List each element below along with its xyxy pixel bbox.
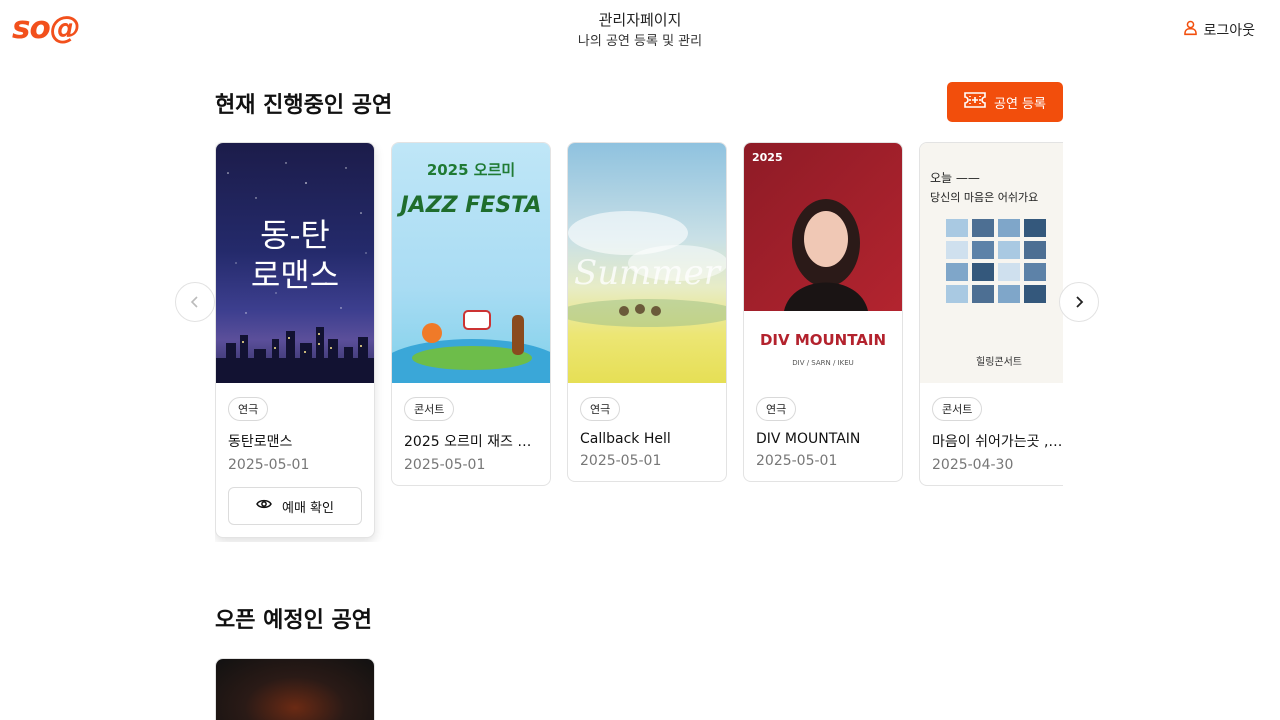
ticket-plus-icon <box>964 92 986 112</box>
poster-art <box>784 199 868 311</box>
poster-tile <box>998 285 1020 303</box>
performance-card[interactable]: Summer 연극 Callback Hell 2025-05-01 <box>567 142 727 482</box>
card-title: 동탄로맨스 <box>228 434 293 450</box>
poster-art <box>946 219 1046 303</box>
poster-bottom: 힐링콘서트 <box>976 357 1022 368</box>
poster-tile <box>972 285 994 303</box>
performance-card[interactable]: 2025 DIV MOUNTAIN DIV / SARN / IKEU 연극 D… <box>743 142 903 482</box>
poster-tile <box>998 241 1020 259</box>
poster-image: Summer <box>568 143 726 383</box>
upcoming-section-title: 오픈 예정인 공연 <box>215 608 372 633</box>
card-title: 마음이 쉬어가는곳 , 힐... <box>932 434 1063 450</box>
card-date: 2025-05-01 <box>404 457 486 473</box>
chevron-right-icon <box>1074 293 1084 312</box>
performance-card[interactable]: 동-탄 로맨스 연극 동탄로맨스 2025-05-01 예매 확인 <box>215 142 375 538</box>
view-reservations-label: 예매 확인 <box>282 500 334 516</box>
poster-tile <box>972 219 994 237</box>
top-header: so@ 관리자페이지 나의 공연 등록 및 관리 로그아웃 <box>0 0 1280 62</box>
category-tag: 연극 <box>580 397 621 421</box>
poster-tile <box>972 263 994 281</box>
card-title: 2025 오르미 재즈 페... <box>404 434 538 450</box>
category-tag: 연극 <box>228 397 269 421</box>
poster-tile <box>998 263 1020 281</box>
card-title: DIV MOUNTAIN <box>756 431 861 447</box>
poster-title: 동-탄 로맨스 <box>250 216 340 294</box>
header-center: 관리자페이지 나의 공연 등록 및 관리 <box>0 10 1280 51</box>
poster-title: DIV MOUNTAIN <box>759 331 887 349</box>
poster-tile <box>1024 241 1046 259</box>
current-section-title: 현재 진행중인 공연 <box>215 93 393 118</box>
poster-tile <box>946 263 968 281</box>
poster-image: 2025 오르미 JAZZ FESTA <box>392 143 550 383</box>
poster-tile <box>1024 219 1046 237</box>
page-subtitle: 나의 공연 등록 및 관리 <box>577 34 703 49</box>
current-performances-carousel: 동-탄 로맨스 연극 동탄로맨스 2025-05-01 예매 확인 2025 오… <box>215 142 1063 542</box>
card-date: 2025-05-01 <box>228 457 310 473</box>
poster-title: Summer <box>573 253 721 293</box>
category-tag: 콘서트 <box>932 397 983 421</box>
poster-tile <box>1024 263 1046 281</box>
logout-label: 로그아웃 <box>1203 22 1255 39</box>
logout-button[interactable]: 로그아웃 <box>1182 19 1255 40</box>
poster-tile <box>1024 285 1046 303</box>
performance-card[interactable]: 2025 오르미 JAZZ FESTA 콘서트 2025 오르미 재즈 페...… <box>391 142 551 486</box>
performance-card[interactable]: 오늘 —— 당신의 마음은 어쉬가요 힐링콘서트 콘서트 마음이 쉬어가는곳 ,… <box>919 142 1063 486</box>
chevron-left-icon <box>190 293 200 312</box>
poster-tile <box>972 241 994 259</box>
register-label: 공연 등록 <box>994 96 1046 112</box>
poster-subtitle: DIV / SARN / IKEU <box>792 359 854 367</box>
poster-image: 2025 DIV MOUNTAIN DIV / SARN / IKEU <box>744 143 902 383</box>
upcoming-performance-card[interactable] <box>215 658 375 720</box>
poster-top: 2025 <box>752 151 783 164</box>
carousel-prev-button[interactable] <box>175 282 215 322</box>
user-icon <box>1182 19 1199 40</box>
eye-icon <box>256 498 272 514</box>
poster-title: JAZZ FESTA <box>400 193 542 218</box>
poster-top: 2025 오르미 <box>426 161 516 179</box>
poster-image <box>216 659 374 720</box>
poster-tile <box>946 219 968 237</box>
poster-tile <box>946 241 968 259</box>
card-title: Callback Hell <box>580 431 671 447</box>
poster-image: 동-탄 로맨스 <box>216 143 374 383</box>
carousel-next-button[interactable] <box>1059 282 1099 322</box>
poster-image: 오늘 —— 당신의 마음은 어쉬가요 힐링콘서트 <box>920 143 1063 383</box>
category-tag: 콘서트 <box>404 397 455 421</box>
card-date: 2025-04-30 <box>932 457 1014 473</box>
view-reservations-button[interactable]: 예매 확인 <box>228 487 362 525</box>
page-title: 관리자페이지 <box>598 11 682 29</box>
card-date: 2025-05-01 <box>580 453 662 469</box>
poster-tile <box>998 219 1020 237</box>
card-date: 2025-05-01 <box>756 453 838 469</box>
poster-tile <box>946 285 968 303</box>
category-tag: 연극 <box>756 397 797 421</box>
register-performance-button[interactable]: 공연 등록 <box>947 82 1063 122</box>
